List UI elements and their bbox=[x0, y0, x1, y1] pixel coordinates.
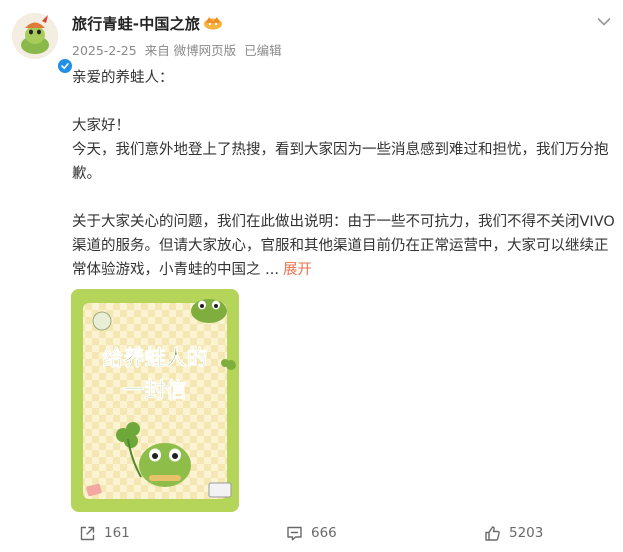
edited-label[interactable]: 已编辑 bbox=[244, 43, 282, 58]
like-icon bbox=[485, 525, 500, 541]
image-title-line-2: 一封信 bbox=[124, 378, 187, 402]
like-button[interactable]: 5203 bbox=[484, 520, 543, 546]
paragraph-2-text: 关于大家关心的问题，我们在此做出说明：由于一些不可抗力，我们不得不关闭VIVO渠… bbox=[72, 214, 615, 278]
repost-icon bbox=[80, 526, 95, 540]
like-count: 5203 bbox=[509, 525, 544, 541]
paragraph-1: 今天，我们意外地登上了热搜，看到大家因为一些消息感到难过和担忧，我们万分抱歉。 bbox=[72, 142, 609, 182]
post-image[interactable]: 给养蛙人的 一封信 bbox=[71, 289, 239, 512]
image-title-line-1: 给养蛙人的 bbox=[103, 346, 208, 370]
post-meta: 2025-2-25 来自 微博网页版 已编辑 bbox=[72, 40, 286, 59]
user-name[interactable]: 旅行青蛙-中国之旅 bbox=[72, 13, 200, 34]
crown-badge-icon[interactable] bbox=[203, 14, 223, 34]
post-date[interactable]: 2025-2-25 bbox=[72, 43, 137, 58]
repost-button[interactable]: 161 bbox=[79, 520, 130, 546]
avatar[interactable] bbox=[12, 13, 74, 75]
comment-icon bbox=[287, 526, 302, 540]
expand-link[interactable]: 展开 bbox=[283, 262, 312, 278]
chevron-down-icon[interactable] bbox=[597, 12, 611, 31]
comment-button[interactable]: 666 bbox=[286, 520, 337, 546]
salutation: 亲爱的养蛙人： bbox=[72, 70, 174, 86]
post-source: 来自 微博网页版 bbox=[144, 43, 237, 58]
post-text: 亲爱的养蛙人： 大家好！ 今天，我们意外地登上了热搜，看到大家因为一些消息感到难… bbox=[72, 66, 617, 282]
repost-count: 161 bbox=[104, 525, 130, 541]
greeting: 大家好！ bbox=[72, 118, 130, 134]
action-bar: 161 666 5203 bbox=[0, 520, 623, 546]
comment-count: 666 bbox=[311, 525, 337, 541]
paragraph-2: 关于大家关心的问题，我们在此做出说明：由于一些不可抗力，我们不得不关闭VIVO渠… bbox=[72, 210, 617, 282]
